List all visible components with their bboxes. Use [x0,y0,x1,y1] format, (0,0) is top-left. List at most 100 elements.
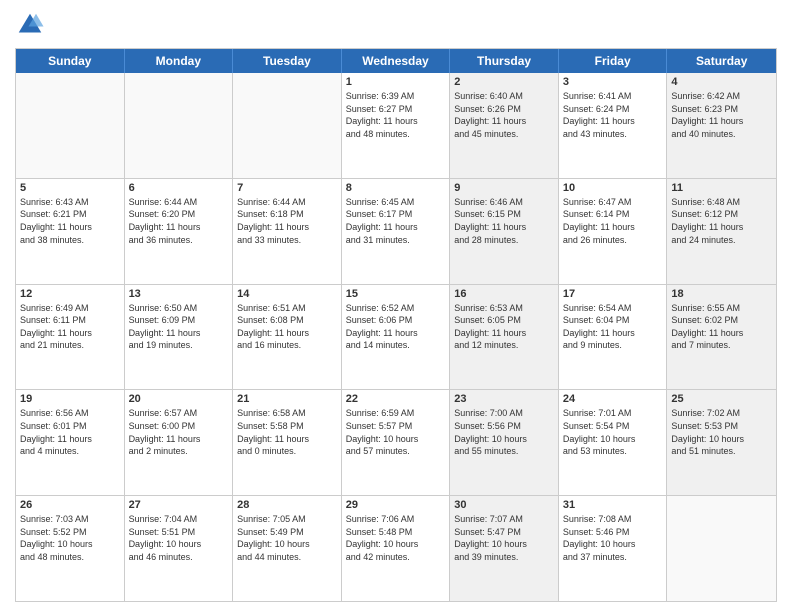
calendar-cell: 1 Sunrise: 6:39 AM Sunset: 6:27 PM Daylig… [342,73,451,178]
calendar-body: 1 Sunrise: 6:39 AM Sunset: 6:27 PM Daylig… [16,73,776,601]
calendar-cell [233,73,342,178]
calendar-header: SundayMondayTuesdayWednesdayThursdayFrid… [16,49,776,73]
calendar-cell: 14 Sunrise: 6:51 AM Sunset: 6:08 PM Dayli… [233,285,342,390]
weekday-header: Friday [559,49,668,73]
calendar-cell: 3Sunrise: 6:41 AM Sunset: 6:24 PM Daylig… [559,73,668,178]
weekday-header: Sunday [16,49,125,73]
calendar-cell [125,73,234,178]
day-number: 7 [237,182,337,194]
day-number: 27 [129,499,229,511]
day-number: 6 [129,182,229,194]
calendar-cell: 5 Sunrise: 6:43 AM Sunset: 6:21 PM Daylig… [16,179,125,284]
calendar-row: 19 Sunrise: 6:56 AM Sunset: 6:01 PM Dayli… [16,390,776,496]
calendar-cell: 18 Sunrise: 6:55 AM Sunset: 6:02 PM Dayli… [667,285,776,390]
calendar-row: 5 Sunrise: 6:43 AM Sunset: 6:21 PM Daylig… [16,179,776,285]
day-info: Sunrise: 6:50 AM Sunset: 6:09 PM Dayligh… [129,302,229,352]
calendar-cell: 9 Sunrise: 6:46 AM Sunset: 6:15 PM Daylig… [450,179,559,284]
calendar-cell: 6 Sunrise: 6:44 AM Sunset: 6:20 PM Daylig… [125,179,234,284]
day-info: Sunrise: 6:54 AM Sunset: 6:04 PM Dayligh… [563,302,663,352]
calendar-cell: 10 Sunrise: 6:47 AM Sunset: 6:14 PM Dayli… [559,179,668,284]
day-number: 16 [454,288,554,300]
day-info: Sunrise: 6:45 AM Sunset: 6:17 PM Dayligh… [346,196,446,246]
calendar-cell: 12 Sunrise: 6:49 AM Sunset: 6:11 PM Dayli… [16,285,125,390]
day-number: 22 [346,393,446,405]
logo [15,10,49,40]
day-number: 9 [454,182,554,194]
calendar-cell: 24Sunrise: 7:01 AM Sunset: 5:54 PM Dayli… [559,390,668,495]
day-info: Sunrise: 7:03 AM Sunset: 5:52 PM Dayligh… [20,513,120,563]
day-info: Sunrise: 6:53 AM Sunset: 6:05 PM Dayligh… [454,302,554,352]
calendar-cell: 26 Sunrise: 7:03 AM Sunset: 5:52 PM Dayli… [16,496,125,601]
day-number: 4 [671,76,772,88]
day-info: Sunrise: 7:05 AM Sunset: 5:49 PM Dayligh… [237,513,337,563]
day-number: 30 [454,499,554,511]
day-number: 12 [20,288,120,300]
weekday-header: Wednesday [342,49,451,73]
calendar-cell: 23Sunrise: 7:00 AM Sunset: 5:56 PM Dayli… [450,390,559,495]
day-info: Sunrise: 6:59 AM Sunset: 5:57 PM Dayligh… [346,407,446,457]
calendar-cell: 7 Sunrise: 6:44 AM Sunset: 6:18 PM Daylig… [233,179,342,284]
day-number: 1 [346,76,446,88]
calendar-cell: 22 Sunrise: 6:59 AM Sunset: 5:57 PM Dayli… [342,390,451,495]
calendar-row: 1 Sunrise: 6:39 AM Sunset: 6:27 PM Daylig… [16,73,776,179]
day-number: 18 [671,288,772,300]
day-number: 2 [454,76,554,88]
calendar-cell: 29Sunrise: 7:06 AM Sunset: 5:48 PM Dayli… [342,496,451,601]
day-number: 8 [346,182,446,194]
day-number: 25 [671,393,772,405]
calendar-cell: 20Sunrise: 6:57 AM Sunset: 6:00 PM Dayli… [125,390,234,495]
day-info: Sunrise: 7:04 AM Sunset: 5:51 PM Dayligh… [129,513,229,563]
calendar-cell: 8 Sunrise: 6:45 AM Sunset: 6:17 PM Daylig… [342,179,451,284]
day-info: Sunrise: 6:46 AM Sunset: 6:15 PM Dayligh… [454,196,554,246]
calendar-cell [16,73,125,178]
calendar-cell: 4 Sunrise: 6:42 AM Sunset: 6:23 PM Daylig… [667,73,776,178]
calendar-cell: 30 Sunrise: 7:07 AM Sunset: 5:47 PM Dayli… [450,496,559,601]
day-info: Sunrise: 6:39 AM Sunset: 6:27 PM Dayligh… [346,90,446,140]
day-number: 5 [20,182,120,194]
day-info: Sunrise: 6:48 AM Sunset: 6:12 PM Dayligh… [671,196,772,246]
day-info: Sunrise: 6:56 AM Sunset: 6:01 PM Dayligh… [20,407,120,457]
day-info: Sunrise: 6:49 AM Sunset: 6:11 PM Dayligh… [20,302,120,352]
day-number: 3 [563,76,663,88]
calendar-row: 12 Sunrise: 6:49 AM Sunset: 6:11 PM Dayli… [16,285,776,391]
weekday-header: Saturday [667,49,776,73]
day-info: Sunrise: 6:47 AM Sunset: 6:14 PM Dayligh… [563,196,663,246]
day-number: 15 [346,288,446,300]
calendar-cell: 2 Sunrise: 6:40 AM Sunset: 6:26 PM Daylig… [450,73,559,178]
calendar: SundayMondayTuesdayWednesdayThursdayFrid… [15,48,777,602]
page: SundayMondayTuesdayWednesdayThursdayFrid… [0,0,792,612]
day-info: Sunrise: 6:42 AM Sunset: 6:23 PM Dayligh… [671,90,772,140]
day-number: 26 [20,499,120,511]
calendar-row: 26 Sunrise: 7:03 AM Sunset: 5:52 PM Dayli… [16,496,776,601]
day-number: 14 [237,288,337,300]
calendar-cell: 11Sunrise: 6:48 AM Sunset: 6:12 PM Dayli… [667,179,776,284]
day-info: Sunrise: 6:43 AM Sunset: 6:21 PM Dayligh… [20,196,120,246]
day-info: Sunrise: 6:51 AM Sunset: 6:08 PM Dayligh… [237,302,337,352]
day-info: Sunrise: 6:44 AM Sunset: 6:20 PM Dayligh… [129,196,229,246]
header [15,10,777,40]
day-info: Sunrise: 6:40 AM Sunset: 6:26 PM Dayligh… [454,90,554,140]
calendar-cell: 16 Sunrise: 6:53 AM Sunset: 6:05 PM Dayli… [450,285,559,390]
calendar-cell [667,496,776,601]
day-number: 10 [563,182,663,194]
day-info: Sunrise: 6:44 AM Sunset: 6:18 PM Dayligh… [237,196,337,246]
weekday-header: Monday [125,49,234,73]
day-number: 20 [129,393,229,405]
day-info: Sunrise: 7:06 AM Sunset: 5:48 PM Dayligh… [346,513,446,563]
calendar-cell: 25 Sunrise: 7:02 AM Sunset: 5:53 PM Dayli… [667,390,776,495]
day-info: Sunrise: 7:00 AM Sunset: 5:56 PM Dayligh… [454,407,554,457]
day-info: Sunrise: 6:55 AM Sunset: 6:02 PM Dayligh… [671,302,772,352]
calendar-cell: 28 Sunrise: 7:05 AM Sunset: 5:49 PM Dayli… [233,496,342,601]
logo-icon [15,10,45,40]
day-number: 28 [237,499,337,511]
day-number: 19 [20,393,120,405]
weekday-header: Tuesday [233,49,342,73]
day-info: Sunrise: 7:02 AM Sunset: 5:53 PM Dayligh… [671,407,772,457]
calendar-cell: 27 Sunrise: 7:04 AM Sunset: 5:51 PM Dayli… [125,496,234,601]
calendar-cell: 15Sunrise: 6:52 AM Sunset: 6:06 PM Dayli… [342,285,451,390]
day-number: 17 [563,288,663,300]
day-number: 21 [237,393,337,405]
calendar-cell: 31Sunrise: 7:08 AM Sunset: 5:46 PM Dayli… [559,496,668,601]
calendar-cell: 19 Sunrise: 6:56 AM Sunset: 6:01 PM Dayli… [16,390,125,495]
day-info: Sunrise: 7:07 AM Sunset: 5:47 PM Dayligh… [454,513,554,563]
